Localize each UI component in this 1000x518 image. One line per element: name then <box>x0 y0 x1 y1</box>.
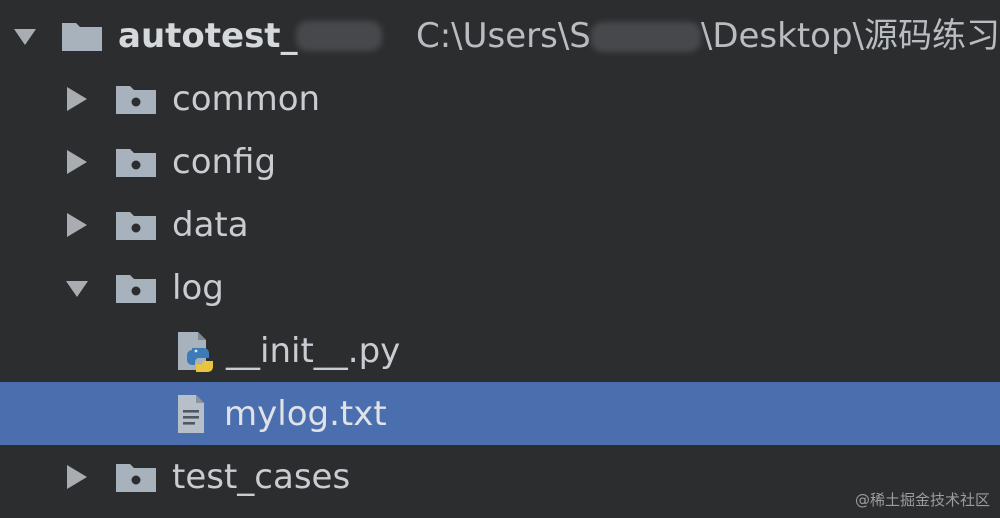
tree-row-init-py[interactable]: __init__.py <box>0 319 1000 382</box>
text-file-icon <box>174 393 210 435</box>
root-path: C:\Users\S \Desktop\源码练习 <box>416 16 1000 56</box>
redacted-user <box>590 22 701 52</box>
tree-item-label: config <box>172 141 277 182</box>
folder-icon <box>114 271 158 305</box>
root-folder-label: autotest_ <box>118 15 298 56</box>
chevron-down-icon[interactable] <box>12 23 38 49</box>
folder-icon <box>114 145 158 179</box>
watermark: @稀土掘金技术社区 <box>854 491 990 509</box>
chevron-right-icon[interactable] <box>64 86 90 112</box>
folder-icon <box>60 19 104 53</box>
project-tree: autotest_ C:\Users\S \Desktop\源码练习 common <box>0 4 1000 508</box>
redacted-name <box>295 20 382 51</box>
tree-item-label: data <box>172 204 249 245</box>
tree-row-root[interactable]: autotest_ C:\Users\S \Desktop\源码练习 <box>0 4 1000 67</box>
chevron-right-icon[interactable] <box>64 149 90 175</box>
tree-item-label: common <box>172 78 321 119</box>
tree-row-test-cases[interactable]: test_cases <box>0 445 1000 508</box>
chevron-right-icon[interactable] <box>64 464 90 490</box>
tree-row-data[interactable]: data <box>0 193 1000 256</box>
root-path-prefix: C:\Users\S <box>415 15 591 56</box>
folder-icon <box>114 82 158 116</box>
chevron-right-icon[interactable] <box>64 212 90 238</box>
folder-icon <box>114 460 158 494</box>
folder-icon <box>114 208 158 242</box>
tree-row-log[interactable]: log <box>0 256 1000 319</box>
root-path-suffix: \Desktop\源码练习 <box>700 15 1000 56</box>
chevron-down-icon[interactable] <box>64 275 90 301</box>
tree-item-label: test_cases <box>172 456 351 497</box>
python-file-icon <box>174 330 214 372</box>
tree-row-mylog-txt[interactable]: mylog.txt <box>0 382 1000 445</box>
tree-item-label: log <box>172 267 224 308</box>
tree-row-config[interactable]: config <box>0 130 1000 193</box>
tree-item-label: __init__.py <box>226 330 401 371</box>
tree-item-label: mylog.txt <box>224 393 387 434</box>
tree-row-common[interactable]: common <box>0 67 1000 130</box>
